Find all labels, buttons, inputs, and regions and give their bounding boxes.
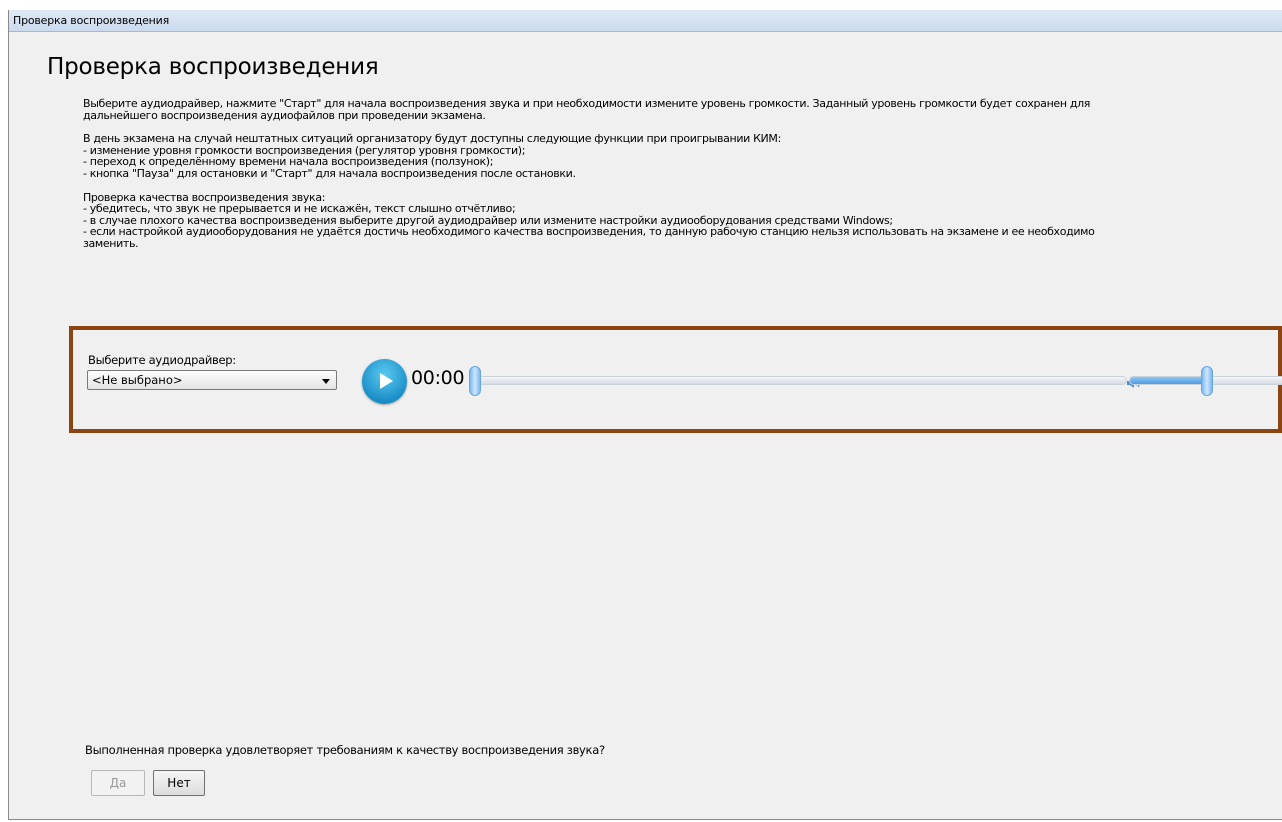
chevron-down-icon [322, 379, 330, 384]
driver-select-value: <Не выбрано> [92, 373, 183, 387]
volume-slider-fill [1130, 377, 1210, 384]
volume-slider-handle[interactable] [1201, 366, 1213, 396]
instructions-paragraph-1: Выберите аудиодрайвер, нажмите "Старт" д… [83, 97, 1091, 122]
instructions-paragraph-3: Проверка качества воспроизведения звука:… [83, 190, 1095, 250]
progress-slider-track[interactable] [475, 376, 1127, 385]
window: Проверка воспроизведения Проверка воспро… [8, 10, 1282, 820]
time-display: 00:00 [411, 367, 465, 389]
play-button[interactable] [362, 359, 407, 404]
play-icon [380, 373, 393, 389]
progress-slider-handle[interactable] [469, 366, 481, 396]
driver-select[interactable]: <Не выбрано> [87, 370, 337, 390]
driver-select-label: Выберите аудиодрайвер: [88, 353, 236, 367]
player-panel: Выберите аудиодрайвер: <Не выбрано> 00:0… [69, 326, 1282, 433]
window-title: Проверка воспроизведения [9, 10, 1282, 32]
confirmation-question: Выполненная проверка удовлетворяет требо… [85, 743, 605, 757]
instructions-paragraph-2: В день экзамена на случай нештатных ситу… [83, 132, 781, 180]
no-button[interactable]: Нет [153, 770, 205, 796]
yes-button[interactable]: Да [91, 770, 145, 796]
page-title: Проверка воспроизведения [47, 54, 379, 80]
instructions: Выберите аудиодрайвер, нажмите "Старт" д… [83, 98, 1233, 262]
